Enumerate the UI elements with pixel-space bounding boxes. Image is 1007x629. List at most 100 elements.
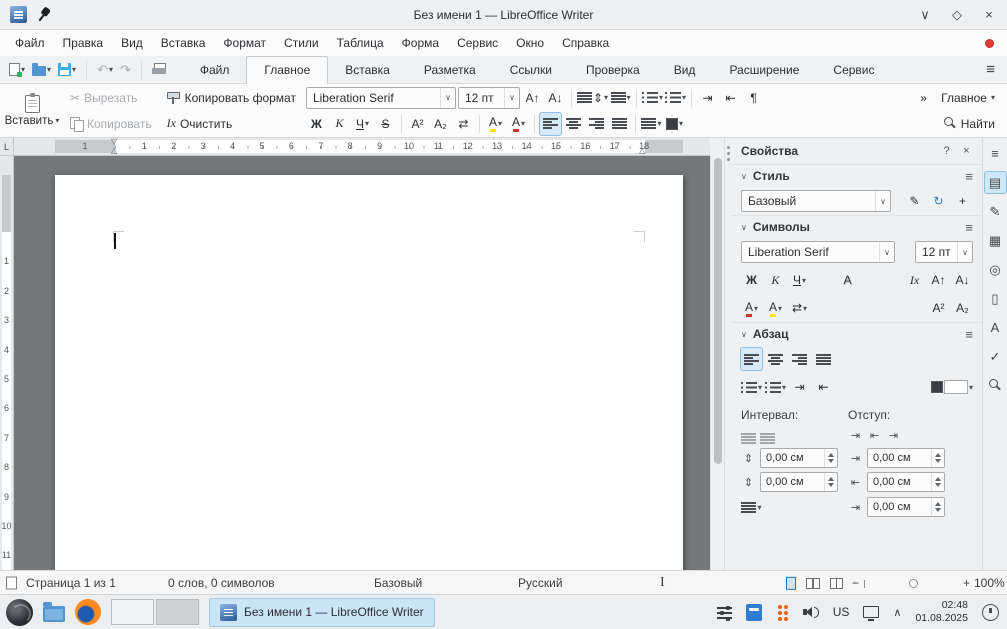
view-multi-page-button[interactable] (806, 576, 820, 590)
character-spacing-button[interactable]: ⇄ (453, 113, 474, 135)
decrease-font-size-button[interactable]: А↓ (545, 87, 566, 109)
tray-icon-display[interactable] (863, 606, 879, 618)
undo-button[interactable]: ↶▾ (97, 62, 113, 78)
tab-references[interactable]: Ссылки (493, 56, 569, 83)
sidebar-menu-icon[interactable]: ≡ (985, 143, 1006, 164)
sidebar-line-spacing-button[interactable]: ▾ (741, 496, 762, 518)
numbered-list-button[interactable]: ▾ (665, 87, 686, 109)
menu-file[interactable]: Файл (6, 32, 54, 54)
spacing-preset-2-button[interactable] (760, 426, 775, 444)
sidebar-help-icon[interactable]: ? (940, 145, 953, 157)
zoom-level[interactable]: 100% (974, 576, 1005, 590)
indent-preset-1-button[interactable]: ⇥ (848, 429, 863, 442)
sidebar-align-right-button[interactable] (789, 348, 810, 370)
update-style-button[interactable]: ✎ (904, 190, 925, 212)
tab-home[interactable]: Главное (246, 56, 328, 84)
underline-button[interactable]: Ч▾ (352, 113, 373, 135)
sidebar-tab-styles[interactable]: ✎ (985, 201, 1006, 222)
background-color-button[interactable]: ▾ (664, 113, 685, 135)
highlight-color-button[interactable]: А▾ (485, 113, 506, 135)
selection-mode-indicator[interactable]: I (660, 575, 665, 591)
print-button[interactable] (152, 63, 166, 76)
sidebar-increase-size-button[interactable]: А↑ (928, 269, 949, 291)
scrollbar-thumb[interactable] (714, 158, 722, 464)
sidebar-tab-accessibility-check[interactable]: ✓ (985, 346, 1006, 367)
strikethrough-button[interactable]: S (375, 113, 396, 135)
spinner-arrows[interactable] (931, 449, 944, 467)
page-style[interactable]: Базовый (374, 576, 422, 590)
volume-icon[interactable] (803, 606, 819, 619)
menu-tools[interactable]: Сервис (448, 32, 507, 54)
sidebar-align-left-button[interactable] (741, 348, 762, 370)
close-icon[interactable]: × (981, 7, 997, 23)
horizontal-ruler[interactable]: ▽ △ △ 1123456789101112131415161718 (14, 138, 710, 156)
tray-icon-clipboard[interactable] (982, 604, 999, 621)
sidebar-decrease-indent-button[interactable]: ⇤ (813, 376, 834, 398)
spinner-arrows[interactable] (931, 498, 944, 516)
view-single-page-button[interactable] (786, 575, 796, 589)
indent-preset-2-button[interactable]: ⇤ (867, 429, 882, 442)
document-canvas[interactable] (14, 156, 710, 570)
sidebar-tab-page[interactable]: ▯ (985, 288, 1006, 309)
first-line-indent-spinbox[interactable]: 0,00 см (867, 497, 945, 517)
sidebar-tab-find[interactable] (985, 375, 1006, 396)
file-manager-icon[interactable] (43, 606, 65, 622)
view-book-button[interactable] (830, 576, 843, 590)
sidebar-bullet-list-button[interactable]: ▾ (741, 376, 762, 398)
sidebar-character-spacing-button[interactable]: ⇄▾ (789, 297, 810, 319)
tab-view[interactable]: Вид (657, 56, 713, 83)
menu-insert[interactable]: Вставка (152, 32, 215, 54)
first-line-indent-marker[interactable]: ▽ (111, 138, 117, 146)
spinner-arrows[interactable] (824, 449, 837, 467)
minimize-icon[interactable]: ∨ (917, 7, 933, 23)
new-document-button[interactable]: ▾ (9, 63, 25, 76)
sidebar-font-color-button[interactable]: А▾ (741, 297, 762, 319)
italic-button[interactable]: К (329, 113, 350, 135)
sidebar-tab-gallery[interactable]: ▦ (985, 230, 1006, 251)
tray-icon-settings-sliders[interactable] (717, 606, 732, 619)
new-style-button[interactable]: + (952, 190, 973, 212)
sidebar-font-name-combobox[interactable]: Liberation Serif∨ (741, 241, 895, 263)
clear-formatting-button[interactable]: IxОчистить (162, 114, 238, 133)
sidebar-tab-properties[interactable]: ▤ (985, 172, 1006, 193)
tab-stop-selector[interactable]: L (0, 138, 14, 156)
paragraph-style-spacing-button[interactable]: ▾ (641, 113, 662, 135)
document-page[interactable] (55, 175, 683, 570)
paragraph-background-color-button[interactable]: ▾ (931, 376, 973, 398)
indent-after-spinbox[interactable]: 0,00 см (867, 472, 945, 492)
menu-view[interactable]: Вид (112, 32, 152, 54)
decrease-indent-button[interactable]: ⇤ (720, 87, 741, 109)
indent-preset-3-button[interactable]: ⇥ (886, 429, 901, 442)
notebookbar-menu-icon[interactable]: ≡ (974, 56, 1007, 83)
sidebar-superscript-button[interactable]: А² (928, 297, 949, 319)
indent-before-spinbox[interactable]: 0,00 см (867, 448, 945, 468)
tab-insert[interactable]: Вставка (328, 56, 407, 83)
align-left-button[interactable] (540, 113, 561, 135)
tab-review[interactable]: Проверка (569, 56, 657, 83)
virtual-desktop-2[interactable] (156, 599, 199, 625)
maximize-icon[interactable]: ◇ (949, 7, 965, 23)
open-button[interactable]: ▾ (32, 63, 51, 76)
sidebar-highlight-color-button[interactable]: А▾ (765, 297, 786, 319)
tray-icon-discover[interactable] (746, 604, 762, 621)
tab-layout[interactable]: Разметка (407, 56, 493, 83)
clock[interactable]: 02:48 01.08.2025 (915, 599, 968, 624)
tab-file[interactable]: Файл (183, 56, 247, 83)
zoom-out-button[interactable]: − (852, 576, 859, 590)
document-close-button[interactable] (985, 39, 994, 48)
left-indent-marker[interactable]: △ (111, 147, 117, 155)
save-button[interactable]: ▾ (58, 63, 76, 76)
sidebar-shadow-button[interactable]: A (837, 269, 858, 291)
sidebar-strikethrough-button[interactable] (813, 269, 834, 291)
bold-button[interactable]: Ж (306, 113, 327, 135)
sidebar-tab-style-inspector[interactable]: А (985, 317, 1006, 338)
section-menu-icon[interactable]: ≡ (965, 220, 973, 235)
menu-form[interactable]: Форма (393, 32, 448, 54)
vertical-scrollbar[interactable] (710, 156, 724, 570)
sidebar-splitter[interactable] (724, 138, 732, 570)
text-language[interactable]: Русский (518, 576, 563, 590)
paragraph-style-combobox[interactable]: Базовый∨ (741, 190, 891, 212)
tab-extension[interactable]: Расширение (712, 56, 816, 83)
paragraph-spacing-increase-button[interactable]: ⇕▾ (577, 87, 608, 109)
sidebar-align-center-button[interactable] (765, 348, 786, 370)
